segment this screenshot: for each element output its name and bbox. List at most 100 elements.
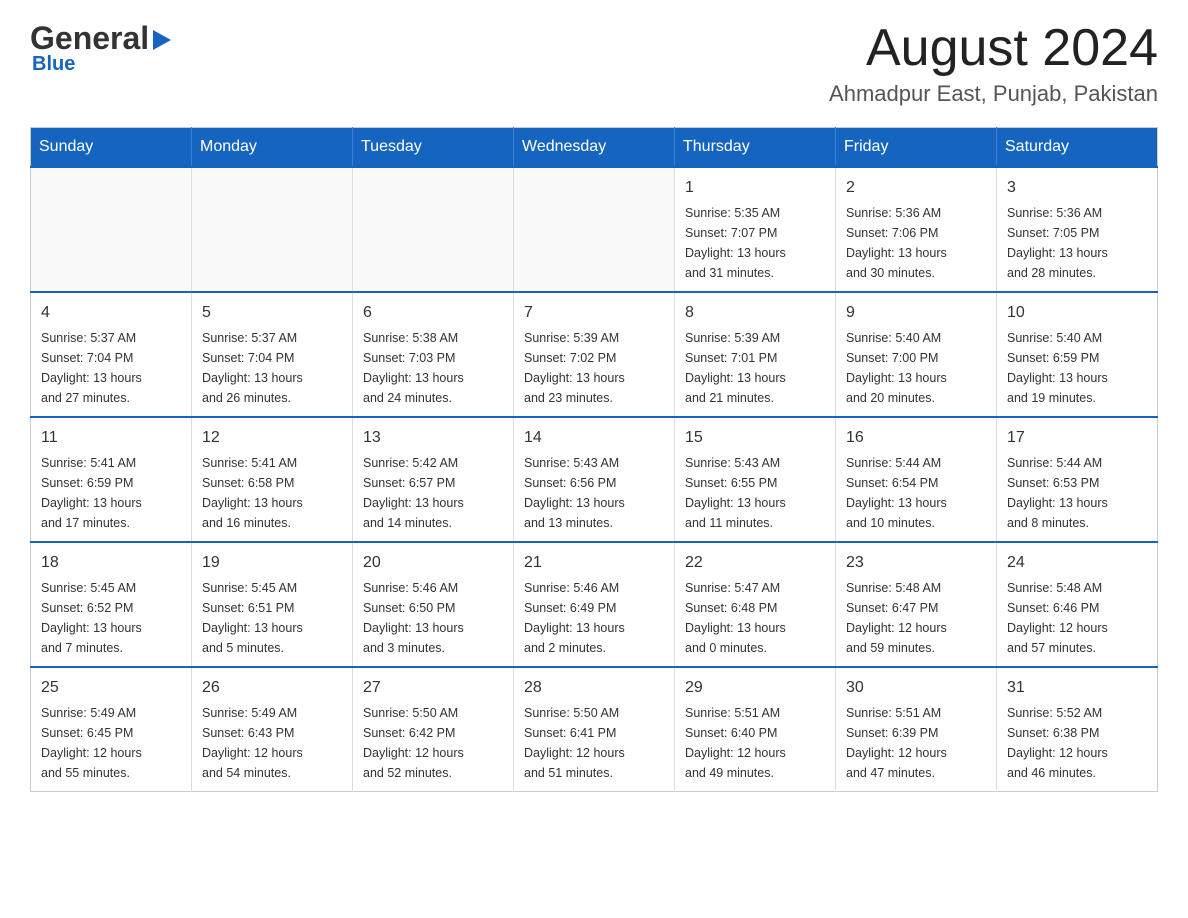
col-thursday: Thursday — [675, 128, 836, 168]
calendar-week-4: 18 Sunrise: 5:45 AMSunset: 6:52 PMDayligh… — [31, 542, 1158, 667]
day-info: Sunrise: 5:46 AMSunset: 6:49 PMDaylight:… — [524, 578, 664, 658]
calendar-body: 1 Sunrise: 5:35 AMSunset: 7:07 PMDaylight… — [31, 167, 1158, 792]
calendar-cell: 16 Sunrise: 5:44 AMSunset: 6:54 PMDayligh… — [836, 417, 997, 542]
day-info: Sunrise: 5:35 AMSunset: 7:07 PMDaylight:… — [685, 203, 825, 283]
day-info: Sunrise: 5:48 AMSunset: 6:46 PMDaylight:… — [1007, 578, 1147, 658]
calendar-cell — [514, 167, 675, 292]
calendar-cell: 19 Sunrise: 5:45 AMSunset: 6:51 PMDayligh… — [192, 542, 353, 667]
calendar-cell: 3Sunrise: 5:36 AMSunset: 7:05 PMDaylight… — [997, 167, 1158, 292]
page-header: General Blue August 2024 Ahmadpur East, … — [30, 20, 1158, 107]
day-number: 28 — [524, 676, 664, 700]
day-number: 27 — [363, 676, 503, 700]
col-tuesday: Tuesday — [353, 128, 514, 168]
logo-blue-text: Blue — [30, 53, 75, 76]
day-number: 19 — [202, 551, 342, 575]
day-info: Sunrise: 5:39 AMSunset: 7:01 PMDaylight:… — [685, 328, 825, 408]
calendar-cell: 22 Sunrise: 5:47 AMSunset: 6:48 PMDayligh… — [675, 542, 836, 667]
calendar-cell: 6 Sunrise: 5:38 AMSunset: 7:03 PMDaylight… — [353, 292, 514, 417]
calendar-week-3: 11Sunrise: 5:41 AMSunset: 6:59 PMDayligh… — [31, 417, 1158, 542]
day-number: 2 — [846, 176, 986, 200]
day-number: 1 — [685, 176, 825, 200]
calendar-week-2: 4 Sunrise: 5:37 AMSunset: 7:04 PMDaylight… — [31, 292, 1158, 417]
calendar-week-5: 25Sunrise: 5:49 AMSunset: 6:45 PMDayligh… — [31, 667, 1158, 792]
logo-arrow-icon — [153, 30, 171, 50]
calendar-cell: 11Sunrise: 5:41 AMSunset: 6:59 PMDayligh… — [31, 417, 192, 542]
day-info: Sunrise: 5:50 AMSunset: 6:41 PMDaylight:… — [524, 703, 664, 783]
day-number: 26 — [202, 676, 342, 700]
calendar-cell: 23Sunrise: 5:48 AMSunset: 6:47 PMDayligh… — [836, 542, 997, 667]
calendar-cell: 30Sunrise: 5:51 AMSunset: 6:39 PMDayligh… — [836, 667, 997, 792]
day-number: 15 — [685, 426, 825, 450]
logo-general-text: General — [30, 20, 149, 57]
col-sunday: Sunday — [31, 128, 192, 168]
day-info: Sunrise: 5:46 AMSunset: 6:50 PMDaylight:… — [363, 578, 503, 658]
calendar-table: Sunday Monday Tuesday Wednesday Thursday… — [30, 127, 1158, 792]
day-info: Sunrise: 5:36 AMSunset: 7:05 PMDaylight:… — [1007, 203, 1147, 283]
day-info: Sunrise: 5:38 AMSunset: 7:03 PMDaylight:… — [363, 328, 503, 408]
day-info: Sunrise: 5:45 AMSunset: 6:52 PMDaylight:… — [41, 578, 181, 658]
day-info: Sunrise: 5:47 AMSunset: 6:48 PMDaylight:… — [685, 578, 825, 658]
day-number: 7 — [524, 301, 664, 325]
col-wednesday: Wednesday — [514, 128, 675, 168]
calendar-cell: 10Sunrise: 5:40 AMSunset: 6:59 PMDayligh… — [997, 292, 1158, 417]
day-number: 8 — [685, 301, 825, 325]
day-number: 18 — [41, 551, 181, 575]
calendar-cell: 8 Sunrise: 5:39 AMSunset: 7:01 PMDaylight… — [675, 292, 836, 417]
day-number: 6 — [363, 301, 503, 325]
calendar-cell: 25Sunrise: 5:49 AMSunset: 6:45 PMDayligh… — [31, 667, 192, 792]
day-number: 22 — [685, 551, 825, 575]
day-number: 5 — [202, 301, 342, 325]
day-number: 12 — [202, 426, 342, 450]
day-info: Sunrise: 5:40 AMSunset: 7:00 PMDaylight:… — [846, 328, 986, 408]
calendar-cell: 28 Sunrise: 5:50 AMSunset: 6:41 PMDayligh… — [514, 667, 675, 792]
day-info: Sunrise: 5:41 AMSunset: 6:58 PMDaylight:… — [202, 453, 342, 533]
day-info: Sunrise: 5:50 AMSunset: 6:42 PMDaylight:… — [363, 703, 503, 783]
calendar-cell: 31Sunrise: 5:52 AMSunset: 6:38 PMDayligh… — [997, 667, 1158, 792]
day-number: 13 — [363, 426, 503, 450]
calendar-cell: 15Sunrise: 5:43 AMSunset: 6:55 PMDayligh… — [675, 417, 836, 542]
calendar-header: Sunday Monday Tuesday Wednesday Thursday… — [31, 128, 1158, 168]
day-number: 9 — [846, 301, 986, 325]
calendar-cell: 17Sunrise: 5:44 AMSunset: 6:53 PMDayligh… — [997, 417, 1158, 542]
day-number: 29 — [685, 676, 825, 700]
month-title: August 2024 — [829, 20, 1158, 77]
day-info: Sunrise: 5:42 AMSunset: 6:57 PMDaylight:… — [363, 453, 503, 533]
calendar-cell: 26 Sunrise: 5:49 AMSunset: 6:43 PMDayligh… — [192, 667, 353, 792]
day-number: 24 — [1007, 551, 1147, 575]
day-number: 21 — [524, 551, 664, 575]
calendar-cell: 29 Sunrise: 5:51 AMSunset: 6:40 PMDayligh… — [675, 667, 836, 792]
col-monday: Monday — [192, 128, 353, 168]
calendar-cell: 14 Sunrise: 5:43 AMSunset: 6:56 PMDayligh… — [514, 417, 675, 542]
calendar-cell: 5Sunrise: 5:37 AMSunset: 7:04 PMDaylight… — [192, 292, 353, 417]
calendar-cell — [192, 167, 353, 292]
day-number: 17 — [1007, 426, 1147, 450]
day-info: Sunrise: 5:44 AMSunset: 6:54 PMDaylight:… — [846, 453, 986, 533]
day-info: Sunrise: 5:37 AMSunset: 7:04 PMDaylight:… — [41, 328, 181, 408]
calendar-cell: 24 Sunrise: 5:48 AMSunset: 6:46 PMDayligh… — [997, 542, 1158, 667]
calendar-cell: 13 Sunrise: 5:42 AMSunset: 6:57 PMDayligh… — [353, 417, 514, 542]
days-of-week-row: Sunday Monday Tuesday Wednesday Thursday… — [31, 128, 1158, 168]
day-number: 4 — [41, 301, 181, 325]
day-info: Sunrise: 5:40 AMSunset: 6:59 PMDaylight:… — [1007, 328, 1147, 408]
day-number: 11 — [41, 426, 181, 450]
day-info: Sunrise: 5:51 AMSunset: 6:40 PMDaylight:… — [685, 703, 825, 783]
calendar-cell: 27 Sunrise: 5:50 AMSunset: 6:42 PMDayligh… — [353, 667, 514, 792]
calendar-cell: 1 Sunrise: 5:35 AMSunset: 7:07 PMDaylight… — [675, 167, 836, 292]
col-saturday: Saturday — [997, 128, 1158, 168]
logo: General Blue — [30, 20, 171, 76]
col-friday: Friday — [836, 128, 997, 168]
calendar-cell: 20Sunrise: 5:46 AMSunset: 6:50 PMDayligh… — [353, 542, 514, 667]
day-info: Sunrise: 5:49 AMSunset: 6:43 PMDaylight:… — [202, 703, 342, 783]
calendar-cell: 4 Sunrise: 5:37 AMSunset: 7:04 PMDaylight… — [31, 292, 192, 417]
day-number: 14 — [524, 426, 664, 450]
day-info: Sunrise: 5:43 AMSunset: 6:56 PMDaylight:… — [524, 453, 664, 533]
day-number: 16 — [846, 426, 986, 450]
day-number: 23 — [846, 551, 986, 575]
day-number: 30 — [846, 676, 986, 700]
day-info: Sunrise: 5:52 AMSunset: 6:38 PMDaylight:… — [1007, 703, 1147, 783]
day-info: Sunrise: 5:45 AMSunset: 6:51 PMDaylight:… — [202, 578, 342, 658]
day-info: Sunrise: 5:49 AMSunset: 6:45 PMDaylight:… — [41, 703, 181, 783]
calendar-cell: 18 Sunrise: 5:45 AMSunset: 6:52 PMDayligh… — [31, 542, 192, 667]
calendar-cell — [31, 167, 192, 292]
calendar-cell: 21 Sunrise: 5:46 AMSunset: 6:49 PMDayligh… — [514, 542, 675, 667]
